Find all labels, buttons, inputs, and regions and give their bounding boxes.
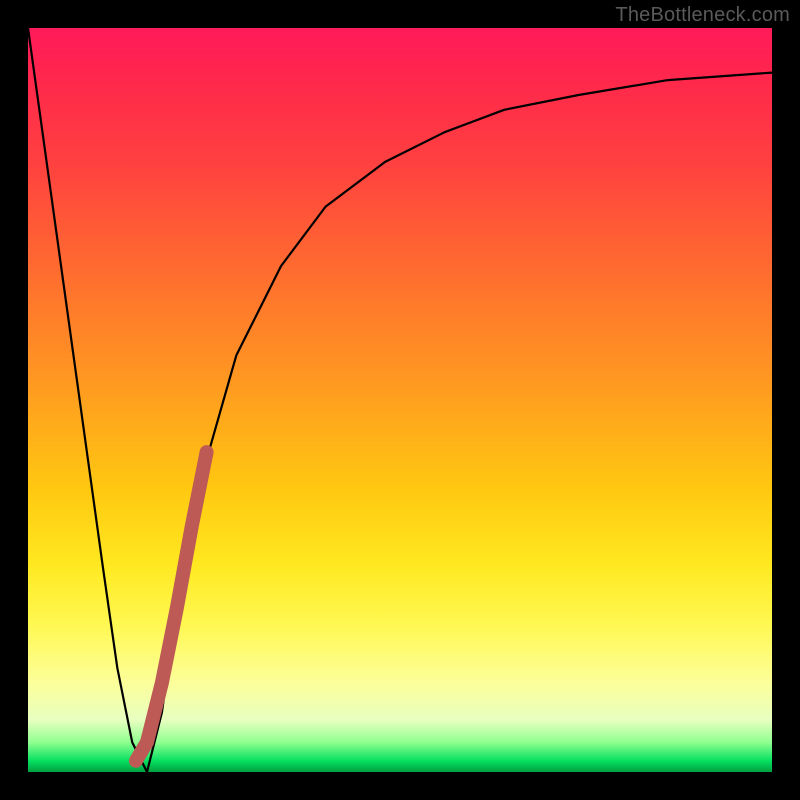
- plot-area: [28, 28, 772, 772]
- watermark-label: TheBottleneck.com: [615, 4, 790, 27]
- highlight-segment: [136, 452, 207, 761]
- chart-frame: TheBottleneck.com: [0, 0, 800, 800]
- chart-svg: [28, 28, 772, 772]
- bottleneck-curve: [28, 28, 772, 772]
